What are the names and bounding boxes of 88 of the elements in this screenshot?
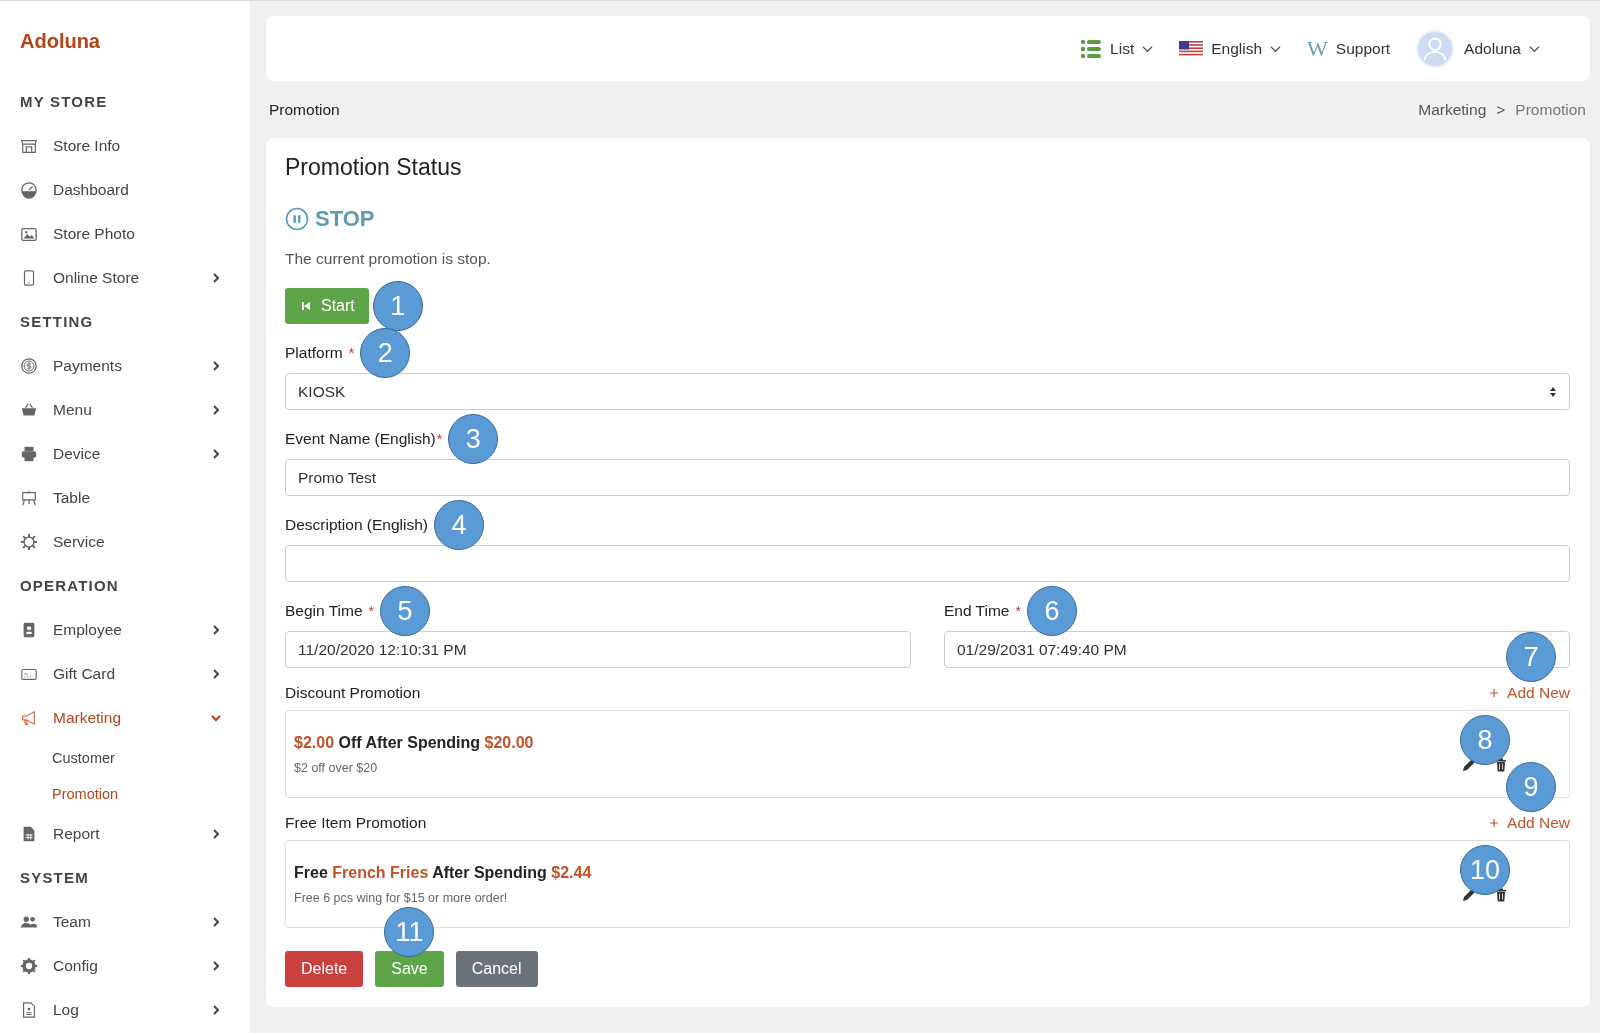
field-label: Event Name (English) xyxy=(285,430,436,448)
promotion-title: $2.00 Off After Spending $20.00 xyxy=(294,733,534,752)
input-field[interactable]: Promo Test xyxy=(285,459,1570,496)
section-label: Free Item Promotion xyxy=(285,814,427,832)
callout-marker: 10 xyxy=(1460,845,1510,895)
card-title: Promotion Status xyxy=(285,154,463,182)
required-mark: * xyxy=(368,603,374,619)
callout-marker: 5 xyxy=(380,586,430,636)
required-mark: * xyxy=(348,345,355,361)
sidebar-item[interactable]: Online Store xyxy=(20,256,250,300)
sidebar-item[interactable]: Config xyxy=(20,944,250,988)
callout-marker: 1 xyxy=(372,281,423,331)
plus-icon xyxy=(1489,688,1500,698)
top-bar-menu[interactable]: List xyxy=(1080,38,1154,59)
field-label: Description (English) xyxy=(285,516,428,534)
sidebar-item[interactable]: Log xyxy=(20,988,250,1032)
top-bar-menu[interactable]: English xyxy=(1179,39,1282,58)
list-icon xyxy=(1080,38,1103,59)
select-arrows-icon xyxy=(1549,385,1557,398)
plus-icon xyxy=(1489,818,1500,828)
breadcrumb-item[interactable]: Marketing xyxy=(1418,100,1487,119)
caret-icon xyxy=(1142,44,1154,53)
action-button[interactable]: Cancel xyxy=(455,951,538,987)
flag-icon xyxy=(1179,40,1204,57)
status-label: STOP xyxy=(315,206,375,232)
top-bar-menu[interactable]: W Support xyxy=(1307,35,1391,62)
callout-marker: 7 xyxy=(1506,632,1556,682)
sidebar-item[interactable]: Table xyxy=(20,476,250,520)
brand-logo[interactable]: Adoluna xyxy=(20,1,250,80)
store-icon xyxy=(20,137,38,155)
field-label: Platform xyxy=(285,344,343,362)
section-heading: OPERATION xyxy=(20,576,120,596)
sidebar-item[interactable]: Payments xyxy=(20,344,250,388)
caret-icon xyxy=(1529,44,1540,53)
sidebar-item[interactable]: Store Photo xyxy=(20,212,250,256)
cog-icon xyxy=(20,957,38,975)
megaphone-icon xyxy=(20,709,38,727)
sidebar-item[interactable]: Menu xyxy=(20,388,250,432)
gear-icon xyxy=(20,533,38,551)
promotion-note: Free 6 pcs wing for $15 or more order! xyxy=(294,890,509,905)
action-button[interactable]: Delete xyxy=(285,951,364,987)
section-heading: MY STORE xyxy=(20,92,109,112)
caret-icon xyxy=(1270,44,1282,53)
callout-marker: 3 xyxy=(448,414,499,464)
sidebar-item[interactable]: Device xyxy=(20,432,250,476)
sidebar-item[interactable]: Dashboard xyxy=(20,168,250,212)
avatar-icon xyxy=(1416,29,1455,68)
section-label: Discount Promotion xyxy=(285,684,421,702)
sidebar-item[interactable]: Employee xyxy=(20,608,250,652)
sidebar-item[interactable]: Store Info xyxy=(20,124,250,168)
start-icon xyxy=(301,301,311,311)
breadcrumb-separator: > xyxy=(1496,100,1506,119)
section-heading: SETTING xyxy=(20,312,95,332)
easel-icon xyxy=(20,489,38,507)
top-bar-menu[interactable]: Adoluna xyxy=(1416,29,1540,68)
printer-icon xyxy=(20,445,38,463)
page-title: Promotion xyxy=(269,100,340,119)
coin-icon xyxy=(20,357,38,375)
breadcrumb-item[interactable]: Promotion xyxy=(1515,100,1586,119)
field-label: End Time xyxy=(944,602,1010,620)
callout-marker: 2 xyxy=(360,328,411,378)
required-mark: * xyxy=(1015,603,1021,619)
callout-marker: 11 xyxy=(384,907,435,957)
promotion-note: $2 off over $20 xyxy=(294,760,379,775)
sidebar-item[interactable]: Report xyxy=(20,812,250,856)
sidebar-item[interactable]: Service xyxy=(20,520,250,564)
sidebar-item[interactable]: Gift Card xyxy=(20,652,250,696)
submenu-item[interactable]: Customer xyxy=(20,740,250,776)
field-label: Begin Time xyxy=(285,602,363,620)
platform-select[interactable]: KIOSK xyxy=(285,373,1570,410)
callout-marker: 8 xyxy=(1460,715,1510,765)
photo-icon xyxy=(20,225,38,243)
callout-marker: 9 xyxy=(1506,762,1556,812)
submenu-item[interactable]: Promotion xyxy=(20,776,250,812)
pause-icon xyxy=(285,207,309,231)
section-heading: SYSTEM xyxy=(20,868,90,888)
support-logo: W xyxy=(1307,35,1328,62)
dashboard-icon xyxy=(20,181,38,199)
status-message: The current promotion is stop. xyxy=(285,250,492,268)
required-mark: * xyxy=(436,431,443,447)
doc-icon xyxy=(20,1001,38,1019)
sidebar-item[interactable]: Marketing xyxy=(20,696,250,740)
input-field[interactable] xyxy=(285,545,1570,582)
callout-marker: 4 xyxy=(434,500,484,550)
promotion-title: Free French Fries After Spending $2.44 xyxy=(294,863,592,882)
callout-marker: 6 xyxy=(1026,586,1077,636)
sidebar-item[interactable]: Team xyxy=(20,900,250,944)
date-time-field[interactable]: 11/20/2020 12:10:31 PM xyxy=(285,631,911,668)
